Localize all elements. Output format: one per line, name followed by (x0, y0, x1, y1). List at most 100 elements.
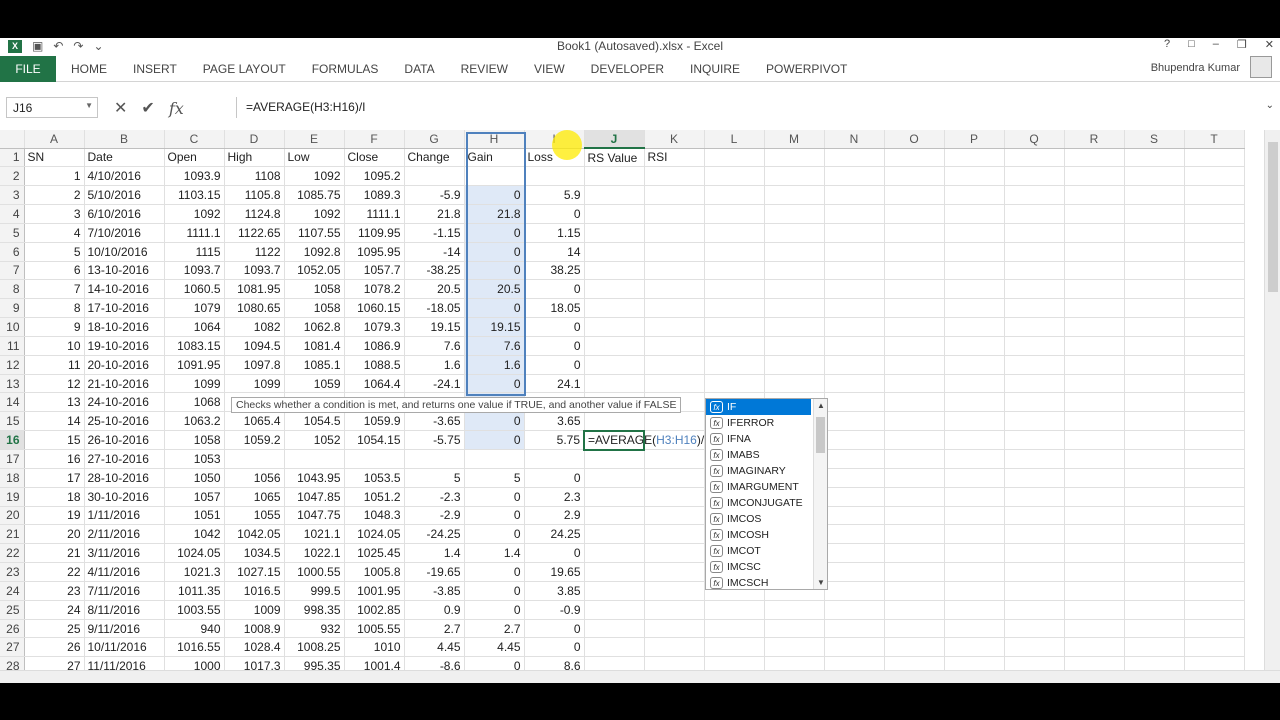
cell[interactable]: 1079 (164, 298, 225, 319)
autocomplete-item[interactable]: fx IMARGUMENT (706, 479, 827, 495)
cell[interactable]: 1.6 (464, 355, 525, 375)
row-header[interactable]: 19 (0, 487, 25, 507)
cell[interactable]: 1111.1 (344, 204, 405, 224)
cell[interactable] (824, 449, 885, 469)
help-icon[interactable]: ? (1164, 38, 1170, 51)
cell[interactable]: 2 (24, 185, 85, 206)
row-header[interactable]: 15 (0, 411, 25, 432)
cell[interactable]: 1042 (164, 524, 225, 545)
formula-input[interactable]: =AVERAGE(H3:H16)/I (236, 97, 1266, 118)
cell[interactable] (1064, 430, 1125, 450)
cell[interactable]: 1057.7 (344, 261, 405, 281)
cell[interactable] (1004, 487, 1065, 507)
cell[interactable]: 7/11/2016 (84, 581, 165, 601)
cell[interactable] (1184, 317, 1245, 337)
cell[interactable] (584, 637, 645, 658)
cell[interactable]: 14 (24, 411, 85, 432)
cell[interactable]: 10/10/2016 (84, 242, 165, 262)
cell[interactable] (1004, 166, 1065, 187)
cell[interactable] (1004, 581, 1065, 601)
cell[interactable] (1064, 223, 1125, 243)
cell[interactable] (884, 317, 945, 337)
cell[interactable]: 0 (524, 204, 585, 224)
cell[interactable] (764, 204, 825, 224)
cell[interactable] (884, 204, 945, 224)
cell[interactable] (884, 185, 945, 206)
cell[interactable] (1064, 355, 1125, 375)
cell[interactable] (824, 374, 885, 394)
cell[interactable] (1184, 581, 1245, 601)
cell[interactable]: 0 (524, 543, 585, 564)
autocomplete-item[interactable]: fx IMCSCH (706, 575, 827, 591)
cell[interactable]: 1059.9 (344, 411, 405, 432)
cell[interactable] (1004, 600, 1065, 620)
cell[interactable] (524, 449, 585, 469)
cell[interactable] (704, 242, 765, 262)
row-header[interactable]: 17 (0, 449, 25, 469)
cell[interactable]: 18 (24, 487, 85, 507)
cell[interactable] (644, 223, 705, 243)
cell[interactable] (944, 261, 1005, 281)
cell[interactable]: 1016.55 (164, 637, 225, 658)
cell[interactable] (1124, 279, 1185, 300)
cell[interactable]: 1092.8 (284, 242, 345, 262)
cell[interactable]: 6/10/2016 (84, 204, 165, 224)
cell[interactable]: 21-10-2016 (84, 374, 165, 394)
cell[interactable] (584, 600, 645, 620)
cell[interactable] (644, 562, 705, 582)
cell[interactable]: 26-10-2016 (84, 430, 165, 450)
autocomplete-item[interactable]: fx IMCSC (706, 559, 827, 575)
cell[interactable] (584, 166, 645, 187)
cell[interactable] (584, 261, 645, 281)
cell[interactable]: 9/11/2016 (84, 619, 165, 639)
cell[interactable] (884, 430, 945, 450)
cell[interactable] (1124, 185, 1185, 206)
row-header[interactable]: 6 (0, 242, 25, 262)
header-cell[interactable]: RSI (644, 148, 705, 168)
tab-formulas[interactable]: FORMULAS (312, 62, 379, 76)
cell[interactable]: 21 (24, 543, 85, 564)
cell[interactable] (944, 468, 1005, 488)
cell[interactable] (644, 336, 705, 356)
column-header-j[interactable]: J (584, 130, 645, 149)
cell[interactable] (1004, 204, 1065, 224)
cell[interactable] (1004, 355, 1065, 375)
cell[interactable] (1184, 637, 1245, 658)
cell[interactable] (944, 581, 1005, 601)
cell[interactable] (584, 506, 645, 526)
cell[interactable] (764, 185, 825, 206)
row-header[interactable]: 22 (0, 543, 25, 564)
cell[interactable]: 1022.1 (284, 543, 345, 564)
cell[interactable] (704, 619, 765, 639)
cell[interactable] (884, 336, 945, 356)
cell[interactable]: -38.25 (404, 261, 465, 281)
cell[interactable]: 1028.4 (224, 637, 285, 658)
cell[interactable]: 20.5 (464, 279, 525, 300)
cell[interactable] (1124, 374, 1185, 394)
cell[interactable]: 1.6 (404, 355, 465, 375)
cell[interactable] (584, 543, 645, 564)
cell[interactable] (764, 374, 825, 394)
tab-developer[interactable]: DEVELOPER (591, 62, 664, 76)
row-header[interactable]: 3 (0, 185, 25, 206)
cell[interactable] (764, 223, 825, 243)
cell[interactable]: 0 (464, 581, 525, 601)
cell[interactable]: 1097.8 (224, 355, 285, 375)
cell[interactable] (584, 374, 645, 394)
cell[interactable]: 1054.15 (344, 430, 405, 450)
cell[interactable] (1184, 261, 1245, 281)
cell[interactable] (644, 600, 705, 620)
column-header-a[interactable]: A (24, 130, 85, 149)
autocomplete-list[interactable]: fx IF fx IFERROR fx IFNA fx IMABS fx IMAGINARY fx I… (705, 398, 828, 590)
cell[interactable]: 0 (524, 637, 585, 658)
cell[interactable] (704, 166, 765, 187)
autocomplete-item[interactable]: fx IMCOS (706, 511, 827, 527)
cell[interactable]: 1048.3 (344, 506, 405, 526)
row-header[interactable]: 5 (0, 223, 25, 243)
header-cell[interactable] (824, 148, 885, 168)
cell[interactable] (1004, 430, 1065, 450)
cell[interactable]: 7 (24, 279, 85, 300)
cell[interactable] (944, 619, 1005, 639)
cell[interactable]: 1109.95 (344, 223, 405, 243)
column-header-o[interactable]: O (884, 130, 945, 149)
